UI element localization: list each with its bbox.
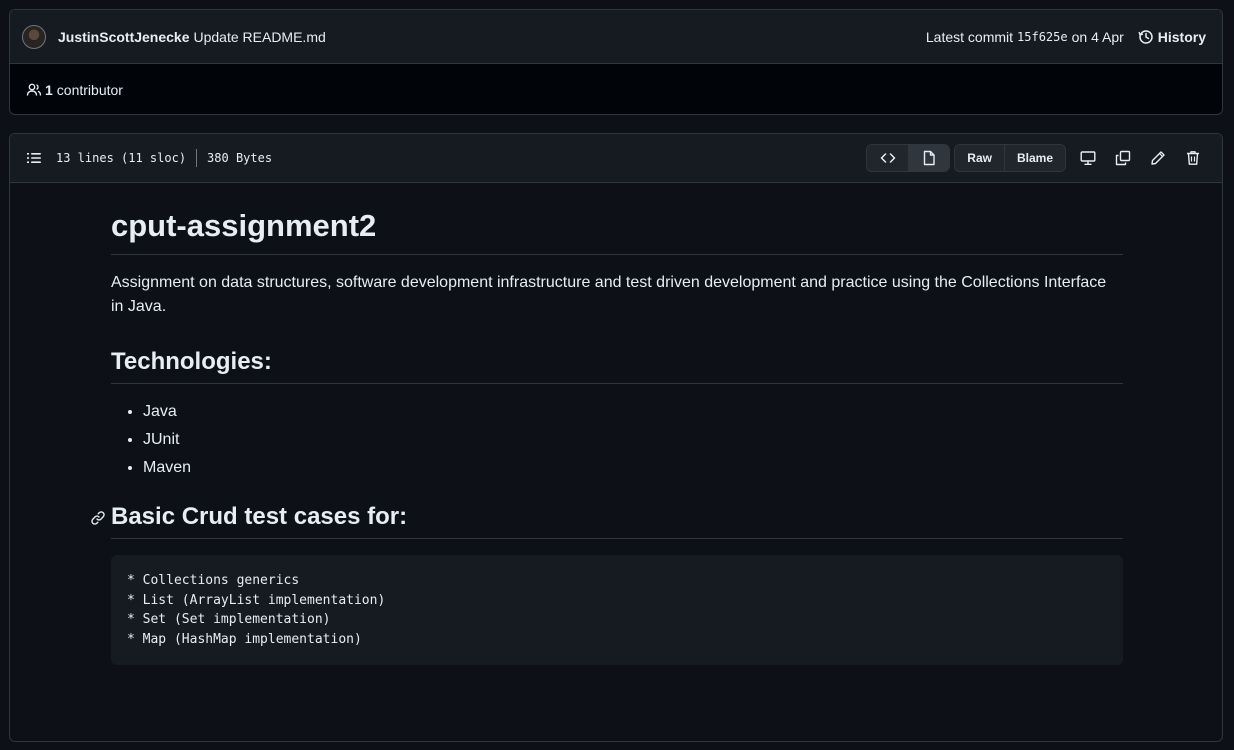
preview-view-button[interactable] [908, 145, 950, 171]
history-icon [1138, 29, 1153, 44]
contributors-count: 1 [45, 81, 53, 98]
copy-icon [1115, 150, 1130, 166]
people-icon [26, 83, 42, 96]
list-item: Maven [143, 456, 1123, 480]
copy-button[interactable] [1105, 144, 1140, 172]
code-view-button[interactable] [867, 145, 909, 171]
code-line: * Set (Set implementation) [127, 612, 331, 627]
technologies-list: Java JUnit Maven [111, 400, 1123, 480]
list-item: Java [143, 400, 1123, 424]
delete-button[interactable] [1175, 144, 1210, 172]
file-header: 13 lines (11 sloc) 380 Bytes Raw Blame [10, 134, 1222, 183]
commit-author[interactable]: JustinScottJenecke [58, 29, 190, 45]
contributors-label: contributor [56, 81, 123, 98]
file-icon [924, 150, 935, 166]
file-box: 13 lines (11 sloc) 380 Bytes Raw Blame c… [9, 133, 1223, 742]
raw-button[interactable]: Raw [955, 145, 1004, 171]
code-line: * List (ArrayList implementation) [127, 592, 386, 608]
contributors-row[interactable]: 1 contributor [10, 64, 1222, 114]
history-button[interactable]: History [1138, 29, 1206, 45]
commit-message[interactable]: Update README.md [194, 29, 326, 45]
file-actions [1070, 144, 1210, 172]
tests-heading: Basic Crud test cases for: [91, 502, 1123, 539]
desktop-icon [1080, 151, 1096, 165]
commit-header: JustinScottJenecke Update README.md Late… [10, 10, 1222, 64]
raw-blame-group: Raw Blame [954, 144, 1066, 172]
code-line: * Collections generics [127, 573, 300, 588]
readme-content: cput-assignment2 Assignment on data stru… [91, 206, 1123, 665]
pencil-icon [1150, 151, 1165, 165]
file-size: 380 Bytes [207, 151, 273, 165]
readme-title: cput-assignment2 [111, 206, 1123, 255]
code-line: * Map (HashMap implementation) [127, 631, 362, 647]
commit-sha[interactable]: 15f625e [1017, 30, 1068, 44]
list-unordered-icon [27, 153, 41, 163]
technologies-heading-text: Technologies: [111, 348, 272, 375]
trash-icon [1186, 151, 1199, 165]
table-of-contents-button[interactable] [26, 150, 42, 166]
edit-button[interactable] [1140, 144, 1175, 172]
link-icon [91, 511, 105, 525]
code-block: * Collections generics * List (ArrayList … [111, 555, 1123, 665]
code-icon [880, 153, 896, 163]
latest-commit-label: Latest commit [925, 28, 1014, 45]
view-toggle [866, 144, 951, 172]
divider [196, 149, 198, 167]
readme-description: Assignment on data structures, software … [111, 274, 1107, 315]
avatar[interactable] [22, 24, 46, 49]
list-item: JUnit [143, 428, 1123, 452]
commit-date: on 4 Apr [1071, 28, 1124, 45]
desktop-button[interactable] [1070, 144, 1105, 172]
file-lines: 13 lines (11 sloc) [56, 151, 187, 165]
tests-heading-text: Basic Crud test cases for: [111, 503, 408, 530]
history-label: History [1157, 28, 1206, 45]
technologies-heading: Technologies: [111, 347, 1123, 384]
blame-button[interactable]: Blame [1003, 145, 1065, 171]
commit-box: JustinScottJenecke Update README.md Late… [9, 9, 1223, 115]
heading-anchor-link[interactable] [90, 510, 106, 526]
